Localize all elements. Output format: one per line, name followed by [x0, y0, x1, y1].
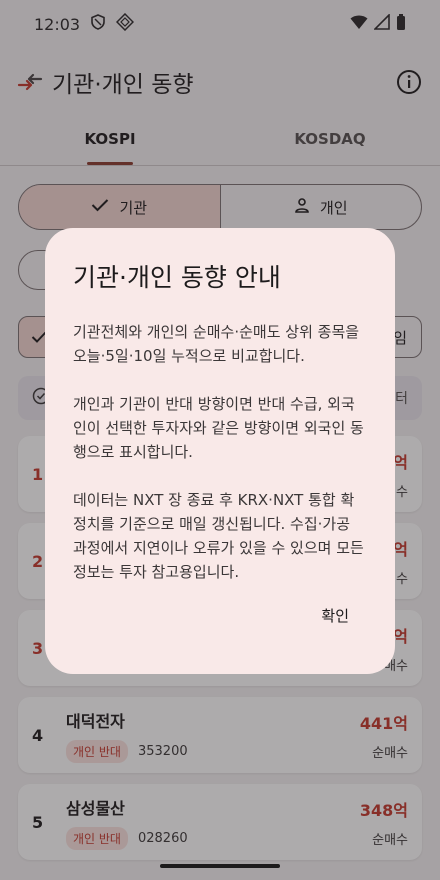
dialog-paragraph: 기관전체와 개인의 순매수·순매도 상위 종목을 오늘·5일·10일 누적으로 … [73, 323, 360, 365]
dialog-paragraph: 데이터는 NXT 장 종료 후 KRX·NXT 통합 확정치를 기준으로 매일 … [73, 491, 364, 581]
home-indicator[interactable] [160, 864, 280, 868]
dialog-title: 기관·개인 동향 안내 [73, 263, 281, 292]
dialog-paragraph: 개인과 기관이 반대 방향이면 반대 수급, 외국인이 선택한 투자자와 같은 … [73, 395, 364, 461]
dialog-body: 기관전체와 개인의 순매수·순매도 상위 종목을 오늘·5일·10일 누적으로 … [73, 320, 367, 584]
confirm-button[interactable]: 확인 [305, 597, 365, 634]
info-dialog: 기관·개인 동향 안내 기관전체와 개인의 순매수·순매도 상위 종목을 오늘·… [45, 228, 395, 674]
